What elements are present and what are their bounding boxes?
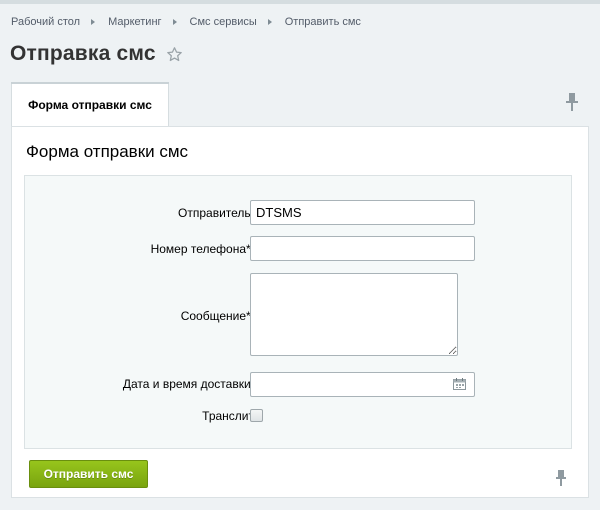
translit-checkbox[interactable] (250, 409, 263, 422)
chevron-right-icon (267, 19, 272, 25)
form-fields-area: Отправитель: Номер телефона*: Сообщение*… (24, 175, 572, 449)
chevron-right-icon (172, 19, 177, 25)
breadcrumb-item-send-sms[interactable]: Отправить смс (285, 16, 361, 28)
breadcrumb-item-desktop[interactable]: Рабочий стол (11, 16, 80, 28)
sender-label: Отправитель: (178, 206, 254, 220)
delivery-datetime-label: Дата и время доставки: (122, 377, 254, 391)
calendar-icon[interactable] (453, 378, 466, 390)
tab-label: Форма отправки смс (28, 97, 152, 112)
tab-sms-form[interactable]: Форма отправки смс (11, 82, 169, 126)
form-card: Форма отправки смс Отправитель: Номер те… (11, 126, 589, 498)
message-textarea[interactable] (250, 273, 458, 356)
page-title: Отправка смс (10, 42, 156, 65)
star-icon[interactable] (166, 45, 184, 63)
message-label: Сообщение*: (180, 309, 254, 323)
top-border (0, 0, 600, 4)
sender-input[interactable] (250, 200, 475, 225)
tabs-bar: Форма отправки смс (11, 82, 589, 126)
form-title: Форма отправки смс (26, 142, 189, 161)
page-header: Отправка смс (10, 42, 184, 66)
pin-icon[interactable] (565, 92, 579, 112)
translit-label: Транслит (202, 409, 254, 423)
phone-input[interactable] (250, 236, 475, 261)
breadcrumb-item-sms-services[interactable]: Смс сервисы (190, 16, 257, 28)
breadcrumb: Рабочий стол Маркетинг Смс сервисы Отпра… (11, 14, 361, 30)
delivery-datetime-input[interactable] (256, 374, 440, 397)
phone-label: Номер телефона*: (150, 242, 254, 256)
tab-active-indicator (11, 82, 169, 84)
chevron-right-icon (91, 19, 96, 25)
breadcrumb-item-marketing[interactable]: Маркетинг (108, 16, 161, 28)
send-sms-button[interactable]: Отправить смс (29, 460, 148, 488)
pin-icon[interactable] (555, 469, 567, 487)
delivery-datetime-field[interactable] (250, 372, 475, 397)
